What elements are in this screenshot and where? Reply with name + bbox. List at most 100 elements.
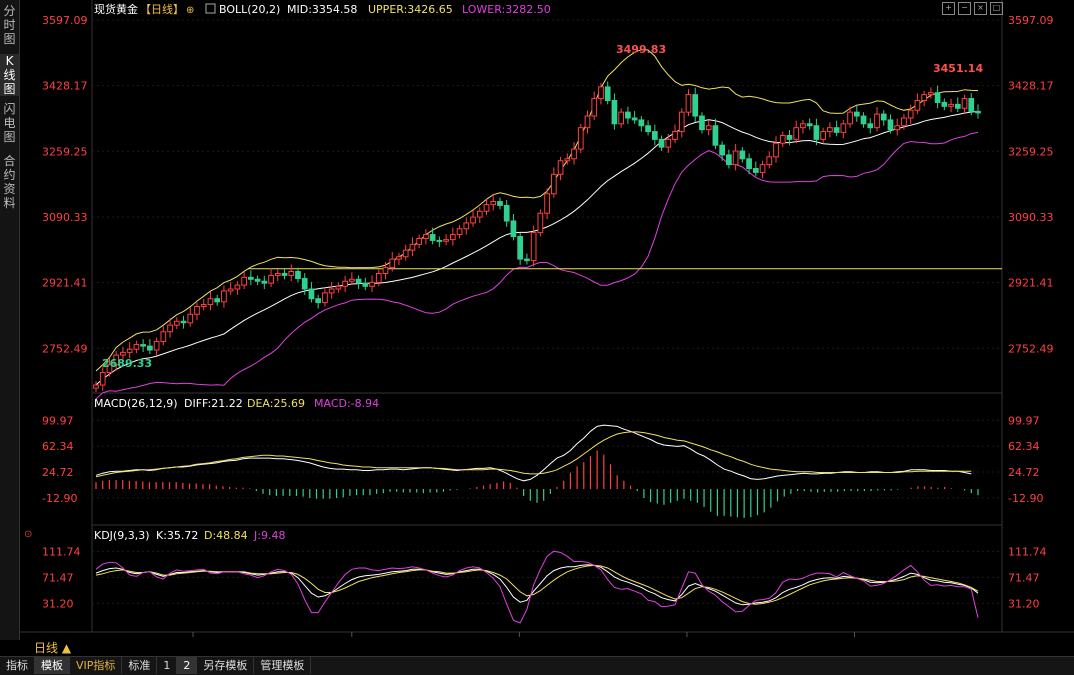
bottom-tab-standard[interactable]: 标准 [122,657,158,674]
tab-timeshare[interactable]: 分时图 [0,4,19,46]
candle-up [160,331,167,342]
main-ytick-right: 2752.49 [1008,342,1054,355]
candle-down [604,86,611,101]
candle-down [180,320,187,324]
candle-up [773,142,779,158]
annotation-low: 2689.33 [102,357,152,370]
candle-up [342,280,348,287]
main-ytick-right: 3597.09 [1008,14,1054,27]
bottom-tab-template[interactable]: 模板 [35,657,70,674]
kdj-ytick-left: 31.20 [42,597,74,610]
candle-down [281,272,288,276]
candle-down [140,344,146,347]
candle-up [732,150,739,166]
bottom-tab-indicator[interactable]: 指标 [0,657,35,674]
candle-down [308,288,315,300]
main-header-instrument: 现货黄金 [94,2,138,16]
candle-up [591,98,598,117]
candle-up [820,131,827,140]
candle-down [503,204,510,222]
main-header-period: 【日线】 [140,2,184,16]
candle-down [247,276,254,280]
candle-up [470,216,476,224]
candle-up [194,305,200,315]
chart-canvas[interactable]: 3597.09 3597.09 3428.17 3428.17 3259.25 3259.… [20,0,1074,640]
candle-up [618,111,625,125]
kdj-k: K:35.72 [156,529,198,542]
expand-icon[interactable]: □ [990,2,1003,15]
candle-down [261,280,268,284]
bottom-tab-vip[interactable]: VIP指标 [70,657,123,674]
annotation-high: 3499.83 [616,43,666,56]
macd-ytick-right: 62.34 [1008,440,1040,453]
close-panel-icon[interactable]: × [974,2,987,15]
candle-down [968,98,975,112]
candle-down [301,278,308,290]
macd-ytick-right: 24.72 [1008,466,1040,479]
period-button[interactable]: 日线 ▲ [20,640,106,656]
candle-down [436,239,443,242]
candle-up [328,288,335,294]
candle-down [517,236,524,260]
main-ytick-left: 2921.41 [42,277,88,290]
candle-up [402,249,409,258]
candle-down [315,298,322,304]
candle-down [692,94,699,117]
candle-up [348,278,355,282]
candle-up [921,94,927,101]
candle-up [126,348,133,353]
tab-flash[interactable]: 闪电图 [0,102,19,144]
candle-down [510,220,517,238]
kdj-ytick-right: 31.20 [1008,597,1040,610]
macd-ytick-left: 24.72 [42,466,74,479]
candle-up [153,340,160,351]
main-ytick-right: 2921.41 [1008,277,1054,290]
candle-up [241,276,247,286]
candle-down [752,168,759,173]
candle-down [786,134,793,140]
candle-up [483,204,490,212]
candle-up [928,92,934,96]
candle-down [147,345,153,351]
candle-up [598,86,604,100]
tab-contract-info[interactable]: 合约资料 [0,154,19,210]
candle-down [611,99,618,125]
candle-up [827,127,833,133]
candle-down [362,282,369,287]
main-ytick-left: 2752.49 [42,342,88,355]
boll-mid: MID:3354.58 [287,3,357,16]
candle-up [463,222,470,230]
tab-kline[interactable]: K线图 [0,54,19,96]
candle-down [254,278,261,282]
candle-up [443,239,449,242]
candle-up [99,372,106,386]
main-ytick-right: 3259.25 [1008,145,1054,158]
candle-up [672,131,678,140]
bottom-tab-1[interactable]: 1 [157,657,178,674]
kdj-name: KDJ(9,3,3) [94,529,150,542]
gear-icon[interactable]: ⊕ [186,5,194,16]
candle-up [167,324,173,333]
candle-up [423,234,429,239]
macd-name: MACD(26,12,9) [94,397,178,410]
main-ytick-right: 3090.33 [1008,211,1054,224]
bottom-tab-2[interactable]: 2 [177,657,198,674]
candle-up [187,313,194,324]
candle-down [651,131,658,140]
candle-down [867,123,874,129]
boll-upper: UPPER:3426.65 [368,3,453,16]
candle-up [120,351,126,356]
candle-up [200,304,207,307]
candle-up [396,256,402,260]
boll-lower: LOWER:3282.50 [462,3,551,16]
kdj-settings-icon[interactable]: ⊙ [24,529,32,540]
candle-down [806,123,813,127]
candle-down [833,127,840,133]
candle-up [840,123,847,133]
candle-down [860,115,867,125]
maximize-icon[interactable]: + [942,2,955,15]
bottom-tab-save-template[interactable]: 另存模板 [197,657,255,674]
restore-icon[interactable]: − [958,2,971,15]
bottom-tab-manage-template[interactable]: 管理模板 [254,657,312,674]
candle-up [564,158,571,162]
